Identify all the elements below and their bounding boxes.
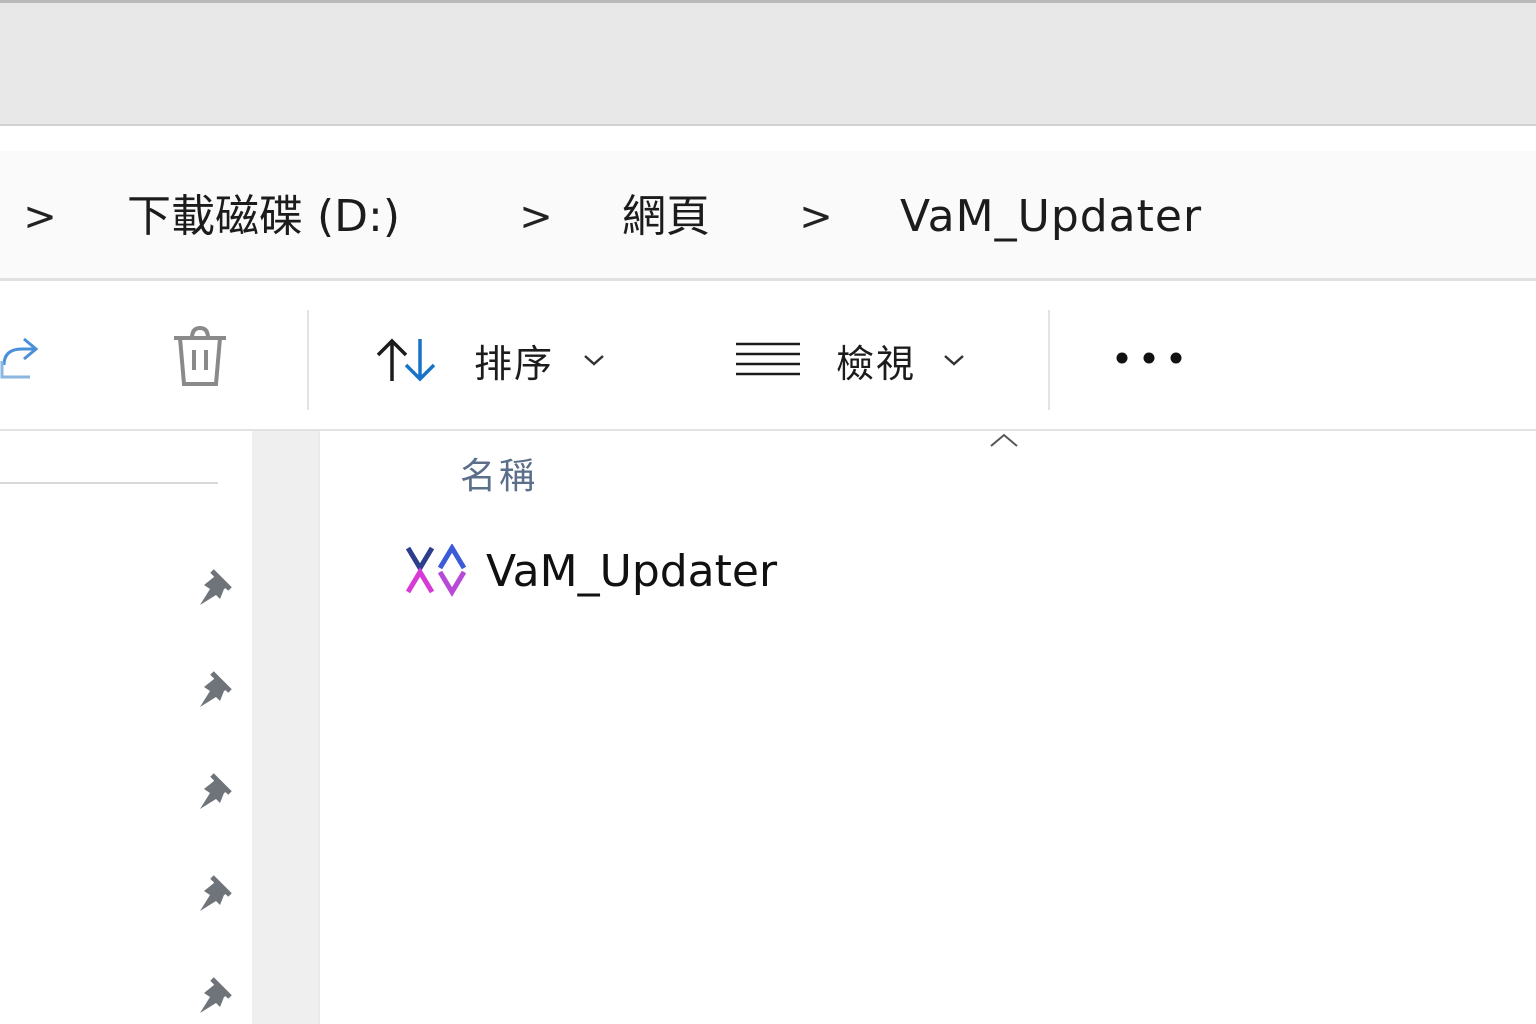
- sort-label: 排序: [474, 341, 555, 386]
- breadcrumb-item-web[interactable]: 網頁: [622, 187, 710, 247]
- file-name: VaM_Updater: [486, 545, 778, 597]
- list-item[interactable]: VaM_Updater: [406, 539, 777, 603]
- column-header-name[interactable]: 名稱: [460, 447, 538, 499]
- vam-app-icon: [406, 544, 467, 597]
- file-explorer-window: > 下載磁碟 (D:) > 網頁 > VaM_Updater 排序 檢視 名稱 …: [0, 0, 1536, 1024]
- sort-ascending-indicator: [990, 433, 1018, 447]
- trash-icon: [174, 325, 226, 386]
- more-options-button[interactable]: [1112, 323, 1188, 393]
- nav-pane-scrollbar[interactable]: [252, 431, 318, 1024]
- more-icon: [1116, 352, 1182, 364]
- sort-icon: [376, 338, 436, 382]
- title-bar: [0, 0, 1536, 126]
- nav-divider: [0, 482, 218, 484]
- breadcrumb-item-drive-d[interactable]: 下載磁碟 (D:): [127, 187, 400, 247]
- pin-icon[interactable]: [192, 565, 240, 609]
- share-button[interactable]: [0, 323, 42, 393]
- navigation-pane: [0, 431, 252, 1024]
- chevron-down-icon: [944, 355, 964, 366]
- view-label: 檢視: [836, 341, 917, 386]
- pin-icon[interactable]: [192, 769, 240, 813]
- file-list: 名稱 VaM_Updater: [318, 431, 1536, 1024]
- toolbar-divider: [307, 310, 309, 410]
- view-button[interactable]: 檢視: [734, 325, 966, 395]
- list-view-icon: [736, 342, 800, 376]
- pin-icon[interactable]: [192, 871, 240, 915]
- breadcrumb-item-vam-updater[interactable]: VaM_Updater: [900, 187, 1202, 247]
- breadcrumb-separator[interactable]: >: [20, 187, 60, 247]
- breadcrumb-separator[interactable]: >: [796, 187, 836, 247]
- breadcrumb[interactable]: > 下載磁碟 (D:) > 網頁 > VaM_Updater: [0, 151, 1536, 281]
- delete-button[interactable]: [168, 321, 232, 391]
- toolbar-divider: [1048, 310, 1050, 410]
- pin-icon[interactable]: [192, 973, 240, 1017]
- chevron-down-icon: [584, 355, 604, 366]
- pin-icon[interactable]: [192, 667, 240, 711]
- share-icon: [0, 337, 39, 379]
- sort-button[interactable]: 排序: [372, 325, 606, 395]
- command-bar: 排序 檢視: [0, 283, 1536, 431]
- breadcrumb-separator[interactable]: >: [516, 187, 556, 247]
